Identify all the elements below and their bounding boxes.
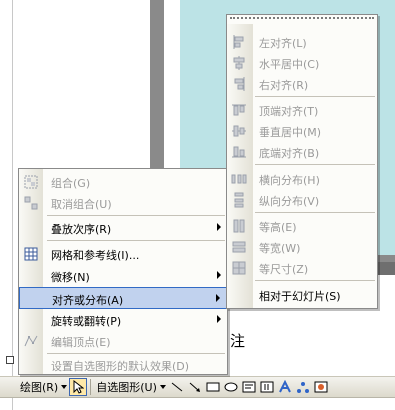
menu-item-nudge[interactable]: 微移(N) <box>19 265 227 287</box>
menu-item-label: 组合(G) <box>51 177 91 190</box>
clipart-icon[interactable] <box>314 380 328 394</box>
slide-thumbnail-pane <box>0 0 13 410</box>
ungroup-icon <box>24 196 38 210</box>
same-height-icon <box>233 219 245 233</box>
notes-text: 注 <box>230 332 246 350</box>
grid-icon <box>24 247 38 261</box>
submenu-arrow-icon <box>216 294 220 302</box>
menu-separator <box>47 240 225 241</box>
align-bottom-icon <box>232 146 246 158</box>
menu-separator <box>47 215 225 216</box>
textbox-tool-icon[interactable] <box>242 380 256 394</box>
autoshapes-label: 自选图形(U) <box>96 381 157 394</box>
menu-item-label: 等高(E) <box>259 221 297 234</box>
align-right-icon <box>234 77 245 91</box>
menu-item-align-middle[interactable]: 垂直居中(M) <box>227 120 377 142</box>
align-top-icon <box>232 104 246 116</box>
menu-item-distribute-horizontal[interactable]: 横向分布(H) <box>227 168 377 190</box>
menu-item-order[interactable]: 叠放次序(R) <box>19 217 227 239</box>
menu-item-ungroup[interactable]: 取消组合(U) <box>19 192 227 214</box>
menu-item-label: 旋转或翻转(P) <box>51 315 122 328</box>
submenu-arrow-icon <box>217 271 221 279</box>
menu-item-label: 右对齐(R) <box>259 79 309 92</box>
menu-item-label: 叠放次序(R) <box>51 223 112 236</box>
menu-item-label: 水平居中(C) <box>259 58 320 71</box>
draw-menu: 组合(G) 取消组合(U) 叠放次序(R) 网格和参考线(I)... 微移(N)… <box>18 168 228 375</box>
menu-item-align-bottom[interactable]: 底端对齐(B) <box>227 141 377 163</box>
view-toggle-icon[interactable] <box>6 356 14 364</box>
menu-separator <box>255 96 375 97</box>
submenu-arrow-icon <box>217 315 221 323</box>
menu-separator <box>255 280 375 281</box>
menu-item-edit-points[interactable]: 编辑顶点(E) <box>19 330 227 352</box>
chevron-down-icon <box>61 385 68 389</box>
menu-item-align-distribute[interactable]: 对齐或分布(A) <box>19 287 227 309</box>
same-width-icon <box>232 241 246 253</box>
menu-item-set-default[interactable]: 设置自选图形的默认效果(D) <box>19 354 227 376</box>
draw-menu-label: 绘图(R) <box>20 381 59 394</box>
menu-item-align-left[interactable]: 左对齐(L) <box>227 31 377 53</box>
line-tool-icon[interactable] <box>170 380 184 394</box>
menu-item-same-width[interactable]: 等宽(W) <box>227 236 377 258</box>
menu-item-group[interactable]: 组合(G) <box>19 171 227 193</box>
edit-points-icon <box>24 335 38 347</box>
menu-item-same-size[interactable]: 等尺寸(Z) <box>227 257 377 279</box>
oval-tool-icon[interactable] <box>224 380 238 394</box>
menu-item-align-right[interactable]: 右对齐(R) <box>227 73 377 95</box>
menu-item-label: 左对齐(L) <box>259 37 307 50</box>
menu-item-label: 对齐或分布(A) <box>52 294 124 307</box>
select-objects-button[interactable] <box>69 378 88 396</box>
toolbar-separator <box>90 379 92 395</box>
distribute-vertical-icon <box>234 192 244 208</box>
draw-menu-button[interactable]: 绘图(R) <box>18 378 69 396</box>
menu-item-label: 编辑顶点(E) <box>51 336 111 349</box>
menu-item-relative-to-slide[interactable]: 相对于幻灯片(S) <box>227 284 377 306</box>
group-icon <box>24 175 38 189</box>
menu-item-label: 微移(N) <box>51 271 90 284</box>
align-distribute-submenu: 左对齐(L) 水平居中(C) 右对齐(R) 顶端对齐(T) 垂直居中(M) 底端… <box>226 14 378 309</box>
menu-item-label: 横向分布(H) <box>259 174 320 187</box>
diagram-icon[interactable] <box>296 380 310 394</box>
same-size-icon <box>232 261 246 275</box>
menu-item-label: 底端对齐(B) <box>259 147 320 160</box>
align-left-icon <box>233 35 244 49</box>
align-middle-icon <box>232 125 246 137</box>
menu-item-label: 相对于幻灯片(S) <box>259 290 341 303</box>
distribute-horizontal-icon <box>231 174 247 184</box>
menu-item-align-center[interactable]: 水平居中(C) <box>227 52 377 74</box>
menu-separator <box>255 212 375 213</box>
menu-item-rotate-flip[interactable]: 旋转或翻转(P) <box>19 309 227 331</box>
tear-off-handle[interactable] <box>230 17 374 22</box>
arrow-tool-icon[interactable] <box>188 380 202 394</box>
drawing-toolbar: 绘图(R) 自选图形(U) <box>0 376 395 398</box>
menu-item-distribute-vertical[interactable]: 纵向分布(V) <box>227 189 377 211</box>
menu-separator <box>255 164 375 165</box>
chevron-down-icon <box>159 385 166 389</box>
menu-item-label: 设置自选图形的默认效果(D) <box>51 360 190 373</box>
align-center-icon <box>233 56 245 70</box>
menu-item-align-top[interactable]: 顶端对齐(T) <box>227 99 377 121</box>
menu-item-grid-guides[interactable]: 网格和参考线(I)... <box>19 243 227 265</box>
menu-item-label: 垂直居中(M) <box>259 126 322 139</box>
menu-item-label: 等宽(W) <box>259 242 301 255</box>
rectangle-tool-icon[interactable] <box>206 380 220 394</box>
menu-item-label: 纵向分布(V) <box>259 195 320 208</box>
menu-item-label: 等尺寸(Z) <box>259 263 309 276</box>
menu-item-same-height[interactable]: 等高(E) <box>227 215 377 237</box>
menu-item-label: 取消组合(U) <box>51 198 112 211</box>
submenu-arrow-icon <box>217 223 221 231</box>
vertical-textbox-icon[interactable] <box>260 380 274 394</box>
menu-item-label: 顶端对齐(T) <box>259 105 319 118</box>
wordart-icon[interactable] <box>278 380 292 394</box>
autoshapes-menu-button[interactable]: 自选图形(U) <box>94 378 168 396</box>
pointer-arrow-icon <box>73 380 85 394</box>
menu-item-label: 网格和参考线(I)... <box>51 249 140 262</box>
